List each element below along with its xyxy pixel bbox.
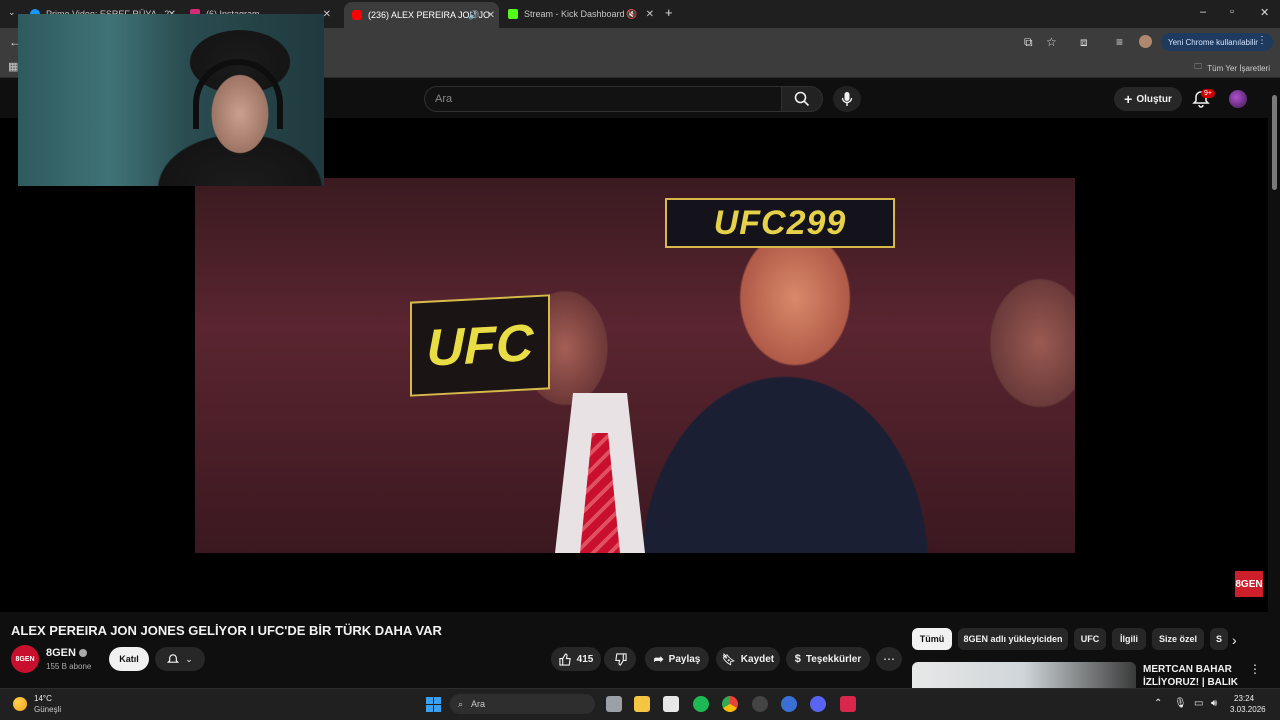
tab-search-icon[interactable]: ⌄ <box>8 7 16 18</box>
chip-ufc[interactable]: UFC <box>1074 628 1106 650</box>
mute-icon[interactable]: 🔇 <box>626 9 637 20</box>
chrome-update-label: Yeni Chrome kullanılabilir <box>1168 37 1258 47</box>
channel-name: 8GEN <box>46 647 76 659</box>
chip-for-you[interactable]: Size özel <box>1152 628 1204 650</box>
notification-badge: 9+ <box>1201 89 1215 98</box>
all-bookmarks-button[interactable]: 🗀 Tüm Yer İşaretleri <box>1194 61 1270 75</box>
recommendation-thumbnail[interactable] <box>912 662 1136 688</box>
file-explorer-icon[interactable] <box>634 696 650 712</box>
join-button[interactable]: Katıl <box>109 647 149 671</box>
video-title: ALEX PEREIRA JON JONES GELİYOR I UFC'DE … <box>11 623 442 638</box>
chrome-update-button[interactable]: Yeni Chrome kullanılabilir ⋮ <box>1161 33 1273 51</box>
plus-icon: + <box>1124 91 1133 107</box>
weather-sun-icon[interactable] <box>13 697 27 711</box>
extensions-icon[interactable]: ⧈ <box>1080 35 1088 50</box>
like-button[interactable]: 415 <box>551 647 601 671</box>
subscriber-count: 155 B abone <box>46 662 92 671</box>
apps-grid-icon[interactable]: ▦ <box>8 60 18 73</box>
microphone-icon[interactable]: 🎙︎ <box>1174 698 1187 709</box>
create-label: Oluştur <box>1136 93 1172 105</box>
spotify-icon[interactable] <box>693 696 709 712</box>
thanks-button[interactable]: $ Teşekkürler <box>786 647 870 671</box>
share-button[interactable]: ➦ Paylaş <box>645 647 709 671</box>
install-app-icon[interactable]: ⧉ <box>1024 35 1033 50</box>
volume-icon[interactable]: 🔊︎ <box>1211 698 1217 709</box>
app-icon[interactable] <box>781 696 797 712</box>
voice-search-button[interactable] <box>833 86 861 112</box>
dislike-button[interactable] <box>604 647 636 671</box>
folder-icon: 🗀 <box>1194 62 1203 71</box>
headset-shape <box>193 59 283 129</box>
network-icon[interactable]: ▭ <box>1194 698 1203 709</box>
maximize-icon[interactable]: ▫ <box>1230 6 1234 18</box>
taskbar-search-label: Ara <box>471 699 486 709</box>
thumbs-up-icon <box>559 652 571 666</box>
chip-related[interactable]: İlgili <box>1112 628 1146 650</box>
chip-partial[interactable]: S <box>1210 628 1228 650</box>
weather-description: Güneşli <box>34 705 62 714</box>
task-view-icon[interactable] <box>606 696 622 712</box>
clock-date[interactable]: 3.03.2026 <box>1230 705 1266 714</box>
tab-kick-dashboard[interactable]: Stream - Kick Dashboard 🔇 ✕ <box>508 4 658 24</box>
speaker-icon[interactable]: 🔊 <box>468 10 479 21</box>
ufc-banner-side: UFC <box>410 294 550 397</box>
chip-from-uploader[interactable]: 8GEN adlı yükleyiciden <box>958 628 1068 650</box>
search-input[interactable]: Ara <box>424 86 782 112</box>
subscription-bell-button[interactable]: ⌄ <box>155 647 205 671</box>
profile-avatar[interactable] <box>1139 35 1152 48</box>
discord-icon[interactable] <box>810 696 826 712</box>
chevron-right-icon[interactable]: › <box>1232 632 1237 648</box>
all-bookmarks-label: Tüm Yer İşaretleri <box>1207 63 1270 73</box>
tab-youtube-active[interactable]: (236) ALEX PEREIRA JON JO 🔊 ✕ <box>344 2 499 28</box>
plus-icon[interactable]: + <box>665 5 673 20</box>
media-controls-icon[interactable]: ≡ <box>1116 35 1123 49</box>
super-thanks-icon: $ <box>794 653 801 665</box>
verified-icon <box>78 649 87 657</box>
youtube-icon <box>352 10 362 20</box>
create-button[interactable]: + Oluştur <box>1114 87 1182 111</box>
chevron-down-icon: ⌄ <box>185 653 193 664</box>
save-button[interactable]: 🔖︎ Kaydet <box>716 647 780 671</box>
streaming-app-icon[interactable] <box>840 696 856 712</box>
more-actions-icon[interactable]: ⋯ <box>876 647 902 671</box>
kebab-menu-icon[interactable]: ⋮ <box>1249 662 1261 676</box>
store-icon[interactable] <box>663 696 679 712</box>
close-window-icon[interactable]: ✕ <box>1260 6 1269 19</box>
bookmark-icon: 🔖︎ <box>721 653 736 666</box>
webcam-overlay <box>18 14 324 186</box>
chrome-icon[interactable] <box>722 696 738 712</box>
channel-avatar[interactable]: 8GEN <box>11 645 39 673</box>
thanks-label: Teşekkürler <box>805 653 862 665</box>
search-icon: ⌕ <box>458 698 464 709</box>
video-frame[interactable]: UFC299 UFC <box>195 178 1075 553</box>
kebab-menu-icon[interactable]: ⋮ <box>1257 35 1267 46</box>
scrollbar-thumb[interactable] <box>1272 95 1277 190</box>
share-icon: ➦ <box>653 652 664 666</box>
account-avatar[interactable] <box>1229 90 1247 108</box>
thumbs-down-icon <box>614 652 627 666</box>
weather-temperature: 14°C <box>34 694 52 703</box>
kick-icon <box>508 9 518 19</box>
channel-name-link[interactable]: 8GEN <box>46 647 87 659</box>
bell-icon <box>167 653 180 663</box>
windows-start-icon[interactable] <box>426 697 441 712</box>
channel-watermark[interactable]: 8GEN <box>1235 571 1263 597</box>
tab-label: Stream - Kick Dashboard <box>524 9 625 19</box>
microphone-icon <box>841 92 853 106</box>
ufc-banner-top: UFC299 <box>665 198 895 248</box>
taskbar-search[interactable]: ⌕ Ara <box>450 694 595 714</box>
like-count: 415 <box>576 653 594 665</box>
search-button[interactable] <box>781 86 823 112</box>
close-tab-icon[interactable]: ✕ <box>487 10 495 21</box>
bookmark-star-icon[interactable]: ☆ <box>1046 35 1057 49</box>
obs-icon[interactable] <box>752 696 768 712</box>
chip-all[interactable]: Tümü <box>912 628 952 650</box>
minimize-icon[interactable]: – <box>1200 6 1206 18</box>
search-icon <box>794 91 810 107</box>
close-tab-icon[interactable]: ✕ <box>646 9 654 20</box>
share-label: Paylaş <box>668 653 701 665</box>
save-label: Kaydet <box>740 653 775 665</box>
chevron-up-icon[interactable]: ⌃ <box>1154 698 1162 709</box>
clock-time[interactable]: 23:24 <box>1234 694 1254 703</box>
